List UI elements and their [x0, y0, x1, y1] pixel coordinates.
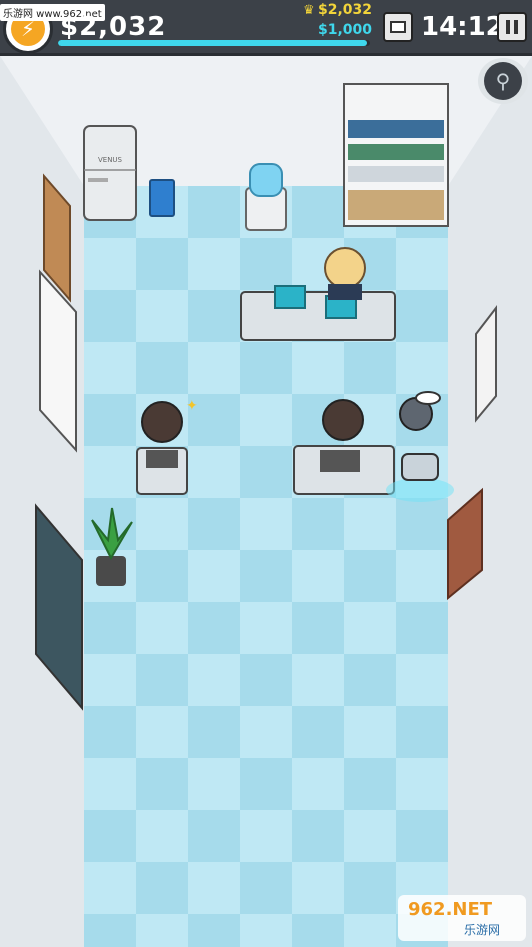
zoom-button[interactable]: ⚲ [478, 58, 528, 104]
worker-character-right[interactable] [322, 399, 364, 441]
mail-icon [390, 21, 406, 33]
watermark-logo: 962.NET [408, 899, 493, 920]
bookshelf[interactable] [343, 83, 449, 227]
alert-icon: ✦ [186, 398, 198, 414]
pause-button[interactable] [497, 12, 527, 42]
boss-desk[interactable] [240, 285, 396, 341]
mail-button[interactable] [383, 12, 413, 42]
office-room: VENUS ✦ [0, 56, 532, 947]
boss-character[interactable] [324, 247, 366, 300]
crown-money: $2,032 [318, 2, 373, 18]
office-scene: VENUS ✦ ⚲ 962.NET 乐游网 [0, 56, 532, 947]
fridge[interactable]: VENUS [83, 125, 137, 221]
clock: 14:12 [421, 12, 504, 42]
crown-icon: ♛ [303, 3, 315, 18]
money-counter: $2,032 [60, 12, 167, 42]
fridge-label: VENUS [98, 156, 123, 164]
top-hud: ⚡ 乐游网 www.962.net $2,032 ♛ $2,032 $1,000… [0, 0, 532, 56]
water-cooler[interactable] [245, 163, 287, 231]
progress-fill [58, 40, 367, 46]
progress-bar [58, 40, 370, 46]
watermark-sub: 乐游网 [464, 923, 501, 937]
worker-desk-right[interactable] [293, 445, 395, 495]
magnifier-icon: ⚲ [484, 62, 522, 100]
worker-desk-left[interactable] [136, 447, 188, 495]
watermark-bottom: 962.NET 乐游网 [398, 895, 526, 941]
pause-icon [506, 20, 510, 34]
trash-bin[interactable] [149, 179, 175, 217]
goal-money: $1,000 [318, 22, 373, 38]
